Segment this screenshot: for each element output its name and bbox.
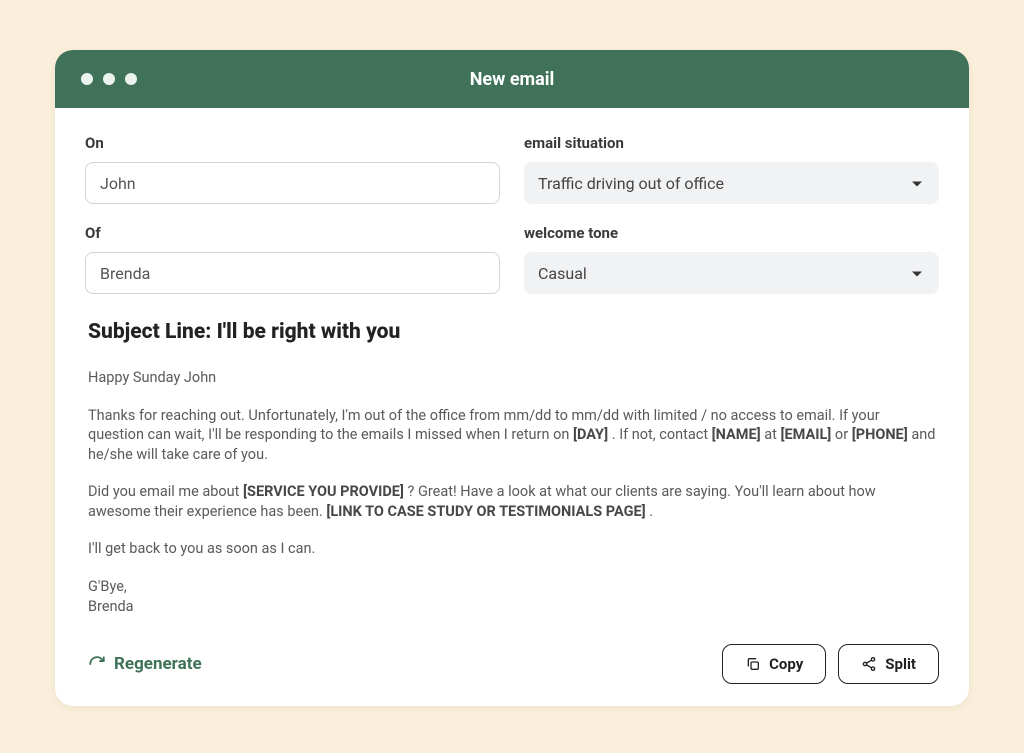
regenerate-label: Regenerate — [114, 654, 202, 674]
copy-icon — [745, 656, 761, 672]
traffic-light-close[interactable] — [81, 73, 93, 85]
signature: G'Bye, Brenda — [88, 577, 939, 616]
subject-prefix: Subject Line: — [88, 320, 217, 344]
field-situation: email situation Traffic driving out of o… — [524, 134, 939, 204]
window-title: New email — [55, 69, 969, 90]
refresh-icon — [88, 655, 106, 673]
paragraph-1: Thanks for reaching out. Unfortunately, … — [88, 406, 939, 465]
email-body: Happy Sunday John Thanks for reaching ou… — [88, 368, 939, 616]
of-input[interactable] — [85, 252, 500, 294]
paragraph-2: Did you email me about [SERVICE YOU PROV… — [88, 482, 939, 521]
placeholder-service: [SERVICE YOU PROVIDE] — [243, 483, 404, 500]
on-label: On — [85, 134, 500, 152]
inputs-grid: On email situation Traffic driving out o… — [85, 134, 939, 294]
chevron-down-icon — [911, 174, 923, 193]
email-composer-window: New email On email situation Traffic dri… — [55, 50, 969, 706]
field-tone: welcome tone Casual — [524, 224, 939, 294]
paragraph-3: I'll get back to you as soon as I can. — [88, 539, 939, 559]
placeholder-day: [DAY] — [573, 426, 608, 443]
of-label: Of — [85, 224, 500, 242]
titlebar: New email — [55, 50, 969, 108]
split-button[interactable]: Split — [838, 644, 939, 684]
subject-text: I'll be right with you — [217, 320, 401, 344]
tone-label: welcome tone — [524, 224, 939, 242]
placeholder-link: [LINK TO CASE STUDY OR TESTIMONIALS PAGE… — [326, 503, 645, 520]
placeholder-name: [NAME] — [712, 426, 761, 443]
split-label: Split — [885, 655, 916, 673]
field-on: On — [85, 134, 500, 204]
placeholder-email: [EMAIL] — [780, 426, 831, 443]
field-of: Of — [85, 224, 500, 294]
situation-label: email situation — [524, 134, 939, 152]
copy-button[interactable]: Copy — [722, 644, 826, 684]
signoff: G'Bye, — [88, 578, 127, 595]
placeholder-phone: [PHONE] — [852, 426, 908, 443]
greeting-line: Happy Sunday John — [88, 368, 939, 388]
copy-label: Copy — [769, 655, 803, 673]
window-controls — [81, 73, 137, 85]
traffic-light-minimize[interactable] — [103, 73, 115, 85]
regenerate-button[interactable]: Regenerate — [88, 654, 202, 674]
tone-select[interactable]: Casual — [524, 252, 939, 294]
tone-value: Casual — [538, 264, 587, 283]
actions-row: Regenerate Copy — [85, 644, 939, 684]
traffic-light-fullscreen[interactable] — [125, 73, 137, 85]
situation-value: Traffic driving out of office — [538, 174, 724, 193]
share-icon — [861, 656, 877, 672]
subject-line: Subject Line: I'll be right with you — [88, 320, 939, 344]
sender-name: Brenda — [88, 598, 134, 615]
situation-select[interactable]: Traffic driving out of office — [524, 162, 939, 204]
window-content: On email situation Traffic driving out o… — [55, 108, 969, 706]
chevron-down-icon — [911, 264, 923, 283]
right-actions: Copy Split — [722, 644, 939, 684]
on-input[interactable] — [85, 162, 500, 204]
